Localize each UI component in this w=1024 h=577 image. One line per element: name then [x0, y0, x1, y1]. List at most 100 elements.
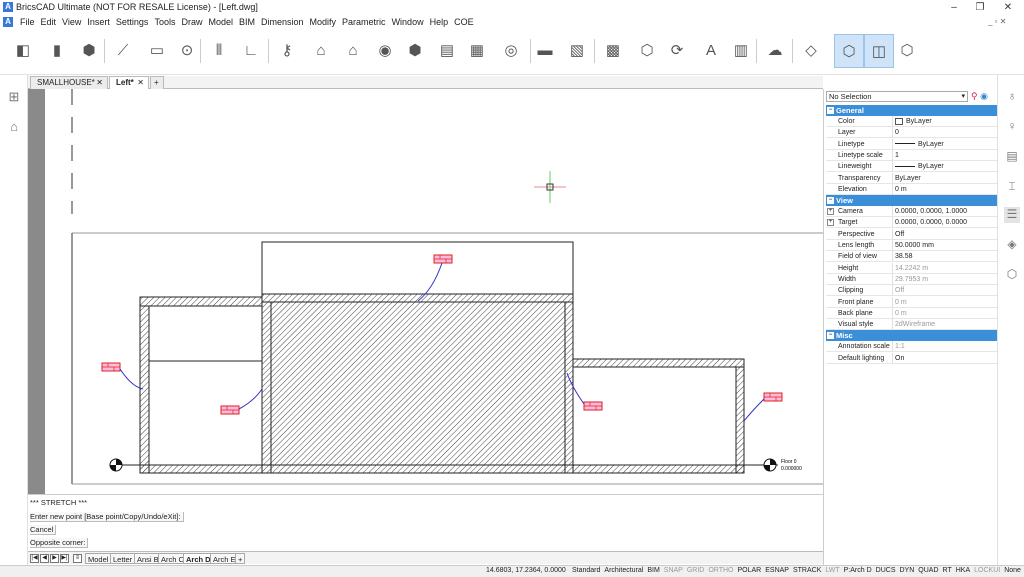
- status-toggle-dyn[interactable]: DYN: [898, 567, 917, 574]
- visual-style-wireframe-icon[interactable]: ◇: [800, 39, 822, 61]
- balloon-icon[interactable]: ♀: [1004, 119, 1020, 135]
- section-icon[interactable]: ▩: [602, 39, 624, 61]
- building-lock-icon[interactable]: ⚷: [276, 39, 298, 61]
- visual-style-shaded-icon[interactable]: ⬡: [834, 34, 864, 68]
- extrude-icon[interactable]: ▮: [46, 39, 68, 61]
- property-row-default-lighting[interactable]: Default lighting On: [826, 352, 997, 364]
- last-tab-icon[interactable]: ▶|: [60, 554, 69, 563]
- house-classify-icon[interactable]: ⌂: [342, 39, 364, 61]
- menu-coe[interactable]: COE: [451, 16, 477, 28]
- floor-level-symbol-right[interactable]: [763, 458, 777, 472]
- property-row-linetype[interactable]: Linetype ByLayer: [826, 138, 997, 150]
- category-view[interactable]: − View: [826, 195, 997, 207]
- status-toggle-hka[interactable]: HKA: [954, 567, 972, 574]
- property-row-clipping[interactable]: Clipping Off: [826, 285, 997, 297]
- property-row-height[interactable]: Height 14.2242 m: [826, 262, 997, 274]
- audio-icon[interactable]: ◉: [374, 39, 396, 61]
- tab-smallhouse[interactable]: SMALLHOUSE* ✕: [30, 76, 108, 89]
- status-toggle-lockui[interactable]: LOCKUI: [972, 567, 1002, 574]
- property-value[interactable]: ByLayer: [894, 116, 997, 127]
- category-misc[interactable]: − Misc: [826, 330, 997, 342]
- status-toggle-ducs[interactable]: DUCS: [874, 567, 898, 574]
- beam-icon[interactable]: ⌶: [1004, 179, 1020, 195]
- status-toggle-esnap[interactable]: ESNAP: [763, 567, 791, 574]
- status-toggle-polar[interactable]: POLAR: [736, 567, 764, 574]
- menu-parametric[interactable]: Parametric: [339, 16, 389, 28]
- property-value[interactable]: ByLayer: [894, 173, 997, 184]
- property-row-front-plane[interactable]: Front plane 0 m: [826, 296, 997, 308]
- menu-tools[interactable]: Tools: [151, 16, 178, 28]
- tab-left[interactable]: Left* ✕: [109, 76, 149, 89]
- property-row-camera[interactable]: + Camera 0.0000, 0.0000, 1.0000: [826, 206, 997, 218]
- menu-insert[interactable]: Insert: [84, 16, 113, 28]
- drawing-viewport[interactable]: Floor 0 0.000000: [28, 89, 823, 494]
- property-value[interactable]: 0 m: [894, 184, 997, 195]
- menu-file[interactable]: File: [17, 16, 38, 28]
- property-value[interactable]: 0.0000, 0.0000, 0.0000: [894, 217, 997, 228]
- property-row-linetype-scale[interactable]: Linetype scale 1: [826, 149, 997, 161]
- status-toggle-quad[interactable]: QUAD: [916, 567, 940, 574]
- mdi-controls[interactable]: _ ▫ ✕: [988, 17, 1006, 26]
- line-icon[interactable]: ⟋: [112, 39, 134, 61]
- command-history[interactable]: *** STRETCH *** Enter new point [Base po…: [28, 494, 823, 550]
- document-icon[interactable]: A: [3, 17, 13, 27]
- property-value[interactable]: 1: [894, 150, 997, 161]
- polyline-icon[interactable]: ⊙: [176, 39, 198, 61]
- next-tab-icon[interactable]: ▶: [50, 554, 59, 563]
- home-icon[interactable]: ⌂: [6, 119, 22, 135]
- slab-icon[interactable]: ▬: [534, 39, 556, 61]
- property-row-field-of-view[interactable]: Field of view 38.58: [826, 251, 997, 263]
- property-row-back-plane[interactable]: Back plane 0 m: [826, 307, 997, 319]
- property-row-perspective[interactable]: Perspective Off: [826, 228, 997, 240]
- column-icon[interactable]: ∟: [240, 39, 262, 61]
- elevation-icon[interactable]: ▤: [436, 39, 458, 61]
- category-general[interactable]: − General: [826, 105, 997, 116]
- expand-icon[interactable]: +: [827, 208, 834, 216]
- visual-style-hidden-icon[interactable]: ◫: [864, 34, 894, 68]
- menu-model[interactable]: Model: [205, 16, 236, 28]
- lightbulb-icon[interactable]: ♁: [1004, 89, 1020, 105]
- house-3d-icon[interactable]: ⬢: [404, 39, 426, 61]
- status-toggle-grid[interactable]: GRID: [685, 567, 707, 574]
- new-layout-button[interactable]: +: [235, 553, 246, 564]
- layers-icon[interactable]: ◈: [1004, 237, 1020, 253]
- view-3d-icon[interactable]: ⬡: [896, 39, 918, 61]
- menu-bim[interactable]: BIM: [236, 16, 258, 28]
- property-row-elevation[interactable]: Elevation 0 m: [826, 183, 997, 195]
- property-row-color[interactable]: Color ByLayer: [826, 116, 997, 127]
- prev-tab-icon[interactable]: ◀: [40, 554, 49, 563]
- status-toggle-architectural[interactable]: Architectural: [602, 567, 645, 574]
- property-value[interactable]: 0.0000, 0.0000, 1.0000: [894, 206, 997, 217]
- property-row-lens-length[interactable]: Lens length 50.0000 mm: [826, 240, 997, 251]
- first-tab-icon[interactable]: |◀: [30, 554, 39, 563]
- cube-icon[interactable]: ⬡: [1004, 267, 1020, 283]
- status-toggle-ortho[interactable]: ORTHO: [706, 567, 735, 574]
- floor-level-symbol-left[interactable]: [109, 458, 123, 472]
- property-value[interactable]: 38.58: [894, 251, 997, 262]
- property-row-visual-style[interactable]: Visual style 2dWireframe: [826, 319, 997, 331]
- cloud-upload-icon[interactable]: ☁: [764, 39, 786, 61]
- menu-window[interactable]: Window: [389, 16, 427, 28]
- property-value[interactable]: On: [894, 353, 997, 364]
- selection-dropdown[interactable]: No Selection ▾: [826, 91, 968, 102]
- menu-draw[interactable]: Draw: [178, 16, 205, 28]
- restore-button[interactable]: ❐: [966, 0, 994, 15]
- property-value[interactable]: ByLayer: [894, 161, 997, 172]
- house-icon[interactable]: ⌂: [310, 39, 332, 61]
- menu-help[interactable]: Help: [427, 16, 452, 28]
- status-toggle-p-arch-d[interactable]: P:Arch D: [842, 567, 874, 574]
- minimize-button[interactable]: –: [940, 0, 968, 15]
- property-row-layer[interactable]: Layer 0: [826, 127, 997, 139]
- ruler-icon[interactable]: ▤: [1004, 149, 1020, 165]
- grid-icon[interactable]: ▦: [466, 39, 488, 61]
- menu-dimension[interactable]: Dimension: [258, 16, 307, 28]
- layout-tab-model[interactable]: Model: [85, 553, 112, 564]
- property-row-transparency[interactable]: Transparency ByLayer: [826, 172, 997, 184]
- cube-solid-icon[interactable]: ◧: [12, 39, 34, 61]
- visibility-icon[interactable]: ◉: [978, 91, 988, 101]
- status-toggle-strack[interactable]: STRACK: [791, 567, 823, 574]
- close-button[interactable]: ✕: [994, 0, 1022, 15]
- report-icon[interactable]: ▥: [730, 39, 752, 61]
- close-tab-icon[interactable]: ✕: [96, 77, 103, 89]
- status-toggle-none[interactable]: None: [1002, 567, 1023, 574]
